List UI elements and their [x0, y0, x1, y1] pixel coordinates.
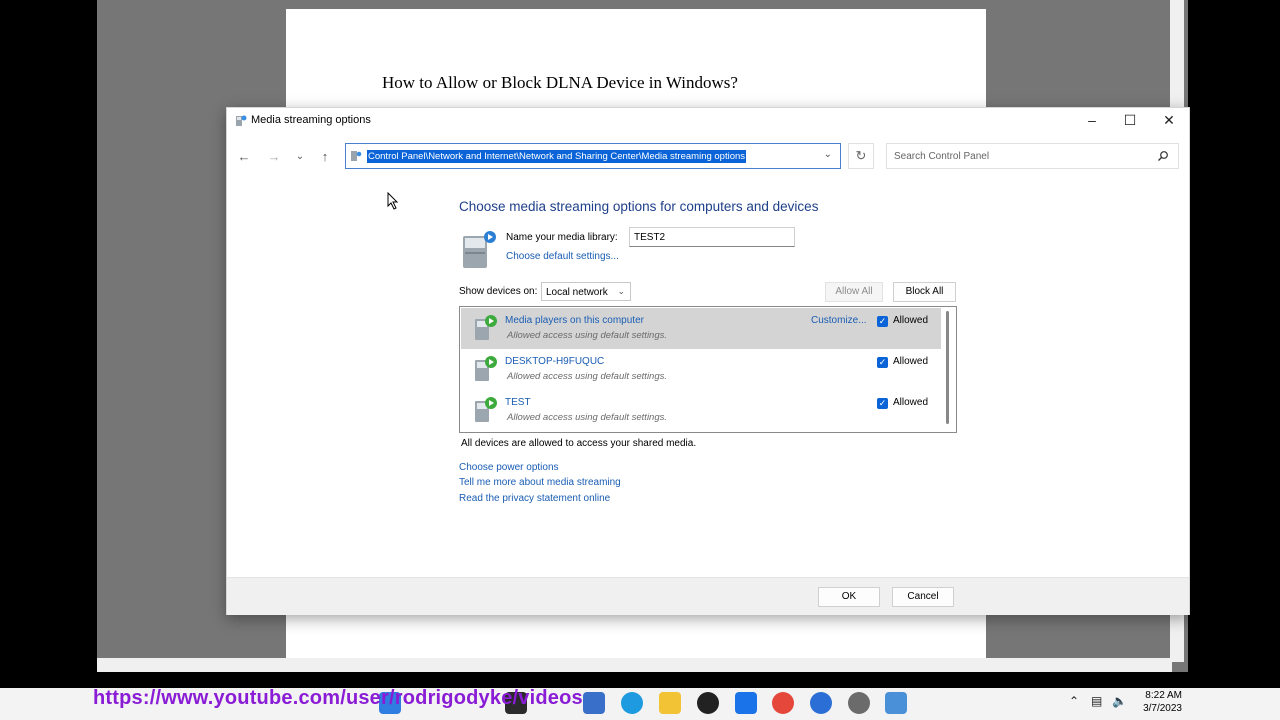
store-icon[interactable] [583, 692, 605, 714]
media-streaming-dialog: Media streaming options – ☐ ✕ ← → ⌄ ↑ Co… [226, 107, 1190, 615]
network-icon[interactable]: ▤ [1091, 694, 1102, 708]
document-title: How to Allow or Block DLNA Device in Win… [382, 73, 738, 92]
edge-icon[interactable] [621, 692, 643, 714]
dialog-titlebar[interactable]: Media streaming options – ☐ ✕ [227, 108, 1189, 134]
allowed-checkbox[interactable]: ✓ [877, 316, 888, 327]
youtube-channel-url: https://www.youtube.com/user/rodrigodyke… [93, 687, 583, 709]
device-status: Allowed access using default settings. [507, 330, 668, 341]
device-list: Media players on this computer Allowed a… [459, 306, 957, 433]
tray-clock[interactable]: 8:22 AM 3/7/2023 [1136, 689, 1182, 715]
device-row[interactable]: TEST Allowed access using default settin… [461, 390, 941, 431]
show-devices-select[interactable]: Local network ⌄ [541, 282, 631, 301]
tell-me-more-link[interactable]: Tell me more about media streaming [459, 477, 621, 488]
address-dropdown-icon[interactable]: ⌄ [824, 149, 832, 160]
close-button[interactable]: ✕ [1150, 108, 1188, 132]
chrome-icon[interactable] [772, 692, 794, 714]
device-name[interactable]: TEST [505, 397, 531, 408]
forward-arrow-icon[interactable]: → [265, 148, 283, 166]
search-placeholder: Search Control Panel [894, 151, 990, 162]
search-icon[interactable] [1157, 150, 1169, 162]
all-devices-status: All devices are allowed to access your s… [461, 438, 697, 449]
allowed-label[interactable]: Allowed [893, 315, 928, 326]
allowed-label[interactable]: Allowed [893, 397, 928, 408]
maximize-button[interactable]: ☐ [1111, 108, 1149, 132]
cancel-button[interactable]: Cancel [892, 587, 954, 607]
device-row[interactable]: Media players on this computer Allowed a… [461, 308, 941, 349]
chevron-down-icon[interactable]: ⌄ [291, 148, 309, 166]
allowed-checkbox[interactable]: ✓ [877, 357, 888, 368]
privacy-statement-link[interactable]: Read the privacy statement online [459, 493, 610, 504]
search-input[interactable]: Search Control Panel [886, 143, 1179, 169]
media-library-icon [463, 231, 496, 268]
page-heading: Choose media streaming options for compu… [459, 199, 819, 214]
customize-link[interactable]: Customize... [811, 315, 867, 326]
desktop-right [1188, 0, 1280, 688]
chevron-up-icon[interactable]: ⌃ [1069, 694, 1079, 708]
mouse-cursor-icon [387, 192, 399, 210]
device-name[interactable]: Media players on this computer [505, 315, 644, 326]
back-arrow-icon[interactable]: ← [235, 148, 253, 166]
address-media-icon [351, 151, 362, 161]
allowed-label[interactable]: Allowed [893, 356, 928, 367]
volume-icon[interactable]: 🔈 [1112, 694, 1127, 708]
library-name-label: Name your media library: [506, 232, 618, 243]
allow-all-button[interactable]: Allow All [825, 282, 883, 302]
chevron-down-icon: ⌄ [617, 286, 625, 296]
background-horizontal-scrollbar[interactable] [97, 658, 1172, 672]
show-devices-label: Show devices on: [459, 286, 538, 297]
dialog-title: Media streaming options [251, 114, 371, 126]
media-streaming-icon [236, 115, 247, 126]
media-device-icon [475, 397, 497, 422]
minimize-button[interactable]: – [1073, 108, 1111, 132]
media-device-icon [475, 315, 497, 340]
desktop-left [0, 0, 97, 688]
media-player-icon[interactable] [697, 692, 719, 714]
choose-default-settings-link[interactable]: Choose default settings... [506, 251, 619, 262]
device-row[interactable]: DESKTOP-H9FUQUC Allowed access using def… [461, 349, 941, 390]
settings-gear-icon[interactable] [848, 692, 870, 714]
up-arrow-icon[interactable]: ↑ [316, 148, 334, 166]
device-status: Allowed access using default settings. [507, 371, 668, 382]
address-bar[interactable]: Control Panel\Network and Internet\Netwo… [345, 143, 841, 169]
library-name-input[interactable] [629, 227, 795, 247]
app-icon[interactable] [810, 692, 832, 714]
show-devices-value: Local network [546, 287, 608, 298]
allowed-checkbox[interactable]: ✓ [877, 398, 888, 409]
dialog-footer: OK Cancel [227, 577, 1189, 615]
ok-button[interactable]: OK [818, 587, 880, 607]
address-path[interactable]: Control Panel\Network and Internet\Netwo… [367, 150, 747, 163]
activity-icon[interactable] [735, 692, 757, 714]
device-status: Allowed access using default settings. [507, 412, 668, 423]
media-device-icon [475, 356, 497, 381]
power-options-link[interactable]: Choose power options [459, 462, 559, 473]
device-list-scrollbar[interactable] [946, 311, 949, 424]
refresh-icon[interactable]: ↻ [848, 143, 874, 169]
tray-time: 8:22 AM [1145, 690, 1182, 701]
file-explorer-icon[interactable] [659, 692, 681, 714]
block-all-button[interactable]: Block All [893, 282, 956, 302]
control-panel-icon[interactable] [885, 692, 907, 714]
device-name[interactable]: DESKTOP-H9FUQUC [505, 356, 604, 367]
tray-date: 3/7/2023 [1143, 703, 1182, 714]
